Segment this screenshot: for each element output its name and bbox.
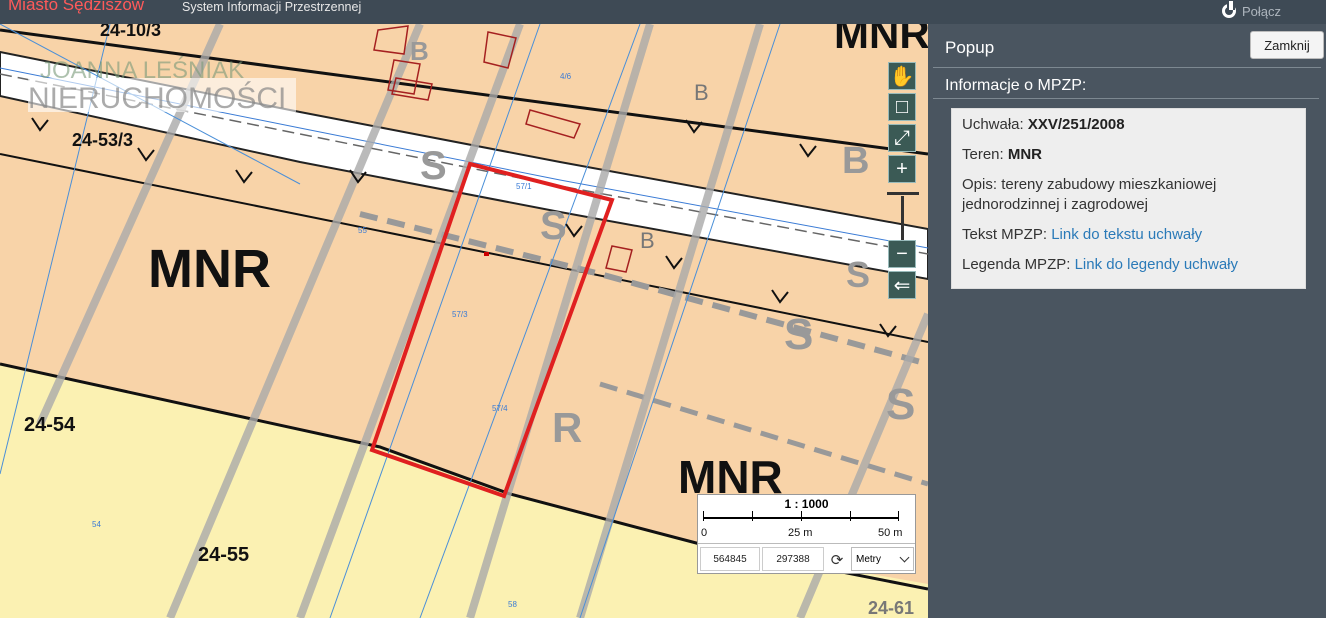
legenda-link[interactable]: Link do legendy uchwały <box>1075 256 1238 273</box>
zone-label-mnr-left: MNR <box>148 239 271 299</box>
opis-value: tereny zabudowy mieszkaniowej jednorodzi… <box>962 176 1217 213</box>
coord-x-field[interactable]: 564845 <box>700 547 760 571</box>
uchwala-row: Uchwała: XXV/251/2008 <box>962 115 1295 135</box>
scale-label-25: 25 m <box>788 527 813 539</box>
scale-panel: 1 : 1000 0 25 m 50 m 564845 297388 ⟳ Met… <box>697 494 916 574</box>
top-bar: Miasto Sędziszów System Informacji Przes… <box>0 0 1326 24</box>
zoom-in-icon[interactable]: + <box>888 155 916 183</box>
popup-title: Popup <box>945 38 995 57</box>
scale-tick <box>898 511 899 521</box>
zone-r-area <box>0 364 928 618</box>
tekst-link[interactable]: Link do tekstu uchwały <box>1051 226 1202 243</box>
parcel-number: 57/3 <box>452 310 468 319</box>
lot-label-24-10-3: 24-10/3 <box>100 24 162 40</box>
zoom-box-icon[interactable]: □ <box>888 93 916 121</box>
symbol-label-b: B <box>842 140 870 182</box>
symbol-label-b: B <box>694 80 709 105</box>
power-icon <box>1222 1 1236 18</box>
divider <box>933 98 1319 99</box>
uchwala-label: Uchwała: <box>962 116 1028 133</box>
symbol-label-s: S <box>784 310 814 359</box>
symbol-label-b: B <box>410 36 429 66</box>
scale-tick <box>850 511 851 521</box>
divider <box>933 67 1321 68</box>
scale-tick <box>703 511 704 521</box>
lot-label-24-55: 24-55 <box>198 544 250 566</box>
legenda-label: Legenda MPZP: <box>962 256 1075 273</box>
parcel-number: 4/6 <box>560 72 572 81</box>
back-arrow-icon[interactable]: ⇐ <box>888 271 916 299</box>
pan-hand-icon[interactable]: ✋ <box>888 62 916 90</box>
symbol-label-s: S <box>540 204 567 248</box>
zone-label-mnr-top: MNR <box>834 24 928 57</box>
parcel-number: 57/1 <box>516 182 532 191</box>
scale-tick <box>801 511 802 521</box>
coordinates-bar: 564845 297388 ⟳ Metry <box>698 543 915 574</box>
opis-label: Opis: <box>962 176 1002 193</box>
scale-tick <box>752 511 753 521</box>
zoom-out-icon[interactable]: − <box>888 240 916 268</box>
tekst-row: Tekst MPZP: Link do tekstu uchwały <box>962 225 1295 245</box>
tekst-label: Tekst MPZP: <box>962 226 1052 243</box>
symbol-label-b: B <box>640 228 655 253</box>
app-subtitle: System Informacji Przestrzennej <box>182 0 362 14</box>
map-view[interactable]: JOANNA LEŚNIAK NIERUCHOMOŚCI MNR MNR MNR… <box>0 24 928 618</box>
symbol-label-r: R <box>552 404 583 451</box>
connect-button[interactable]: Połącz <box>1222 0 1281 22</box>
teren-label: Teren: <box>962 146 1008 163</box>
scale-label-0: 0 <box>701 527 708 539</box>
close-button[interactable]: Zamknij <box>1250 31 1324 59</box>
coord-y-field[interactable]: 297388 <box>762 547 824 571</box>
section-title: Informacje o MPZP: <box>945 77 1087 94</box>
lot-label-24-61: 24-61 <box>868 598 915 618</box>
legenda-row: Legenda MPZP: Link do legendy uchwały <box>962 255 1295 275</box>
opis-row: Opis: tereny zabudowy mieszkaniowej jedn… <box>962 175 1295 215</box>
parcel-number: 58 <box>508 600 517 609</box>
zoom-slider-knob[interactable] <box>887 192 919 195</box>
scale-ratio: 1 : 1000 <box>784 497 829 511</box>
watermark-text-2: NIERUCHOMOŚCI <box>28 81 286 115</box>
app-brand[interactable]: Miasto Sędziszów <box>8 0 144 15</box>
parcel-number: 54 <box>92 520 101 529</box>
lot-label-24-54: 24-54 <box>24 414 76 436</box>
connect-label: Połącz <box>1242 3 1282 19</box>
teren-row: Teren: MNR <box>962 145 1295 165</box>
teren-value: MNR <box>1007 146 1043 163</box>
watermark-text-1: JOANNA LEŚNIAK <box>40 56 244 84</box>
units-select[interactable]: Metry <box>851 547 914 571</box>
refresh-icon[interactable]: ⟳ <box>826 549 848 571</box>
parcel-number: 55 <box>358 226 367 235</box>
full-extent-icon[interactable]: ⤢ <box>888 124 916 152</box>
mpzp-info-box: Uchwała: XXV/251/2008 Teren: MNR Opis: t… <box>951 108 1306 289</box>
symbol-label-s: S <box>846 254 871 295</box>
symbol-label-s: S <box>886 380 916 429</box>
units-value: Metry <box>856 553 881 565</box>
popup-panel: Popup Zamknij Informacje o MPZP: Uchwała… <box>928 24 1326 618</box>
uchwala-value: XXV/251/2008 <box>1027 116 1125 133</box>
scale-label-50: 50 m <box>878 527 903 539</box>
chevron-down-icon <box>899 552 910 563</box>
symbol-label-s: S <box>420 144 447 188</box>
lot-label-24-53-3: 24-53/3 <box>72 130 134 150</box>
parcel-number: 57/4 <box>492 404 508 413</box>
zoom-slider-track[interactable] <box>901 196 904 240</box>
